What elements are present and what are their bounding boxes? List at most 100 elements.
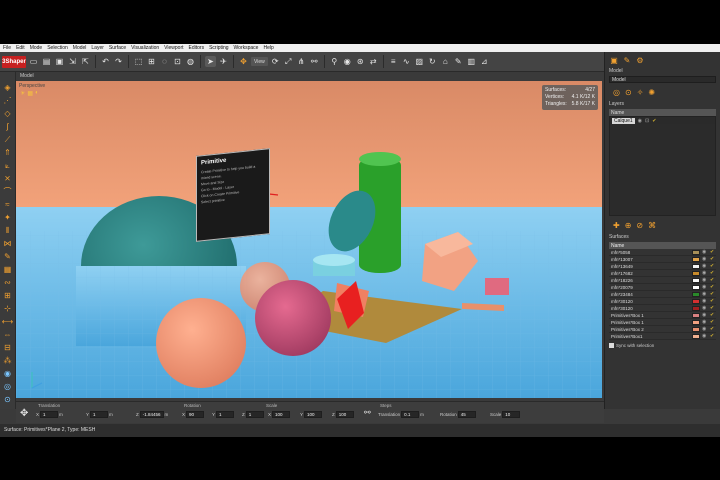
layer-visible-icon[interactable]: ◉ bbox=[638, 118, 642, 124]
surface-color-swatch[interactable] bbox=[692, 319, 700, 325]
surface-row[interactable]: mfn*23484 ◉ ✔ bbox=[609, 291, 716, 298]
surface-row[interactable]: mfn*30120 ◉ ✔ bbox=[609, 298, 716, 305]
surface-row[interactable]: mfn*13007 ◉ ✔ bbox=[609, 256, 716, 263]
model-select[interactable]: Model bbox=[609, 76, 716, 83]
rotation-y-field[interactable]: 1 bbox=[216, 411, 235, 418]
array-tool-icon[interactable]: ⁂ bbox=[2, 355, 14, 366]
menu-scripting[interactable]: Scripting bbox=[209, 45, 228, 51]
rotation-x-field[interactable]: 90 bbox=[186, 411, 205, 418]
settings-tool-icon[interactable]: ⊙ bbox=[2, 394, 14, 405]
layer-lock-icon[interactable]: ⊡ bbox=[645, 118, 649, 124]
align-tool-icon[interactable]: ⊟ bbox=[2, 342, 14, 353]
surface-color-swatch[interactable] bbox=[692, 291, 700, 297]
surface-tag-icon[interactable]: ⌘ bbox=[648, 221, 656, 230]
surface-row[interactable]: mfn*30120 ◉ ✔ bbox=[609, 305, 716, 312]
surface-row[interactable]: Primitives*Box 1 ◉ ✔ bbox=[609, 319, 716, 326]
surface-color-swatch[interactable] bbox=[692, 249, 700, 255]
link-icon[interactable]: ⚯ bbox=[309, 56, 320, 67]
image-icon[interactable]: ▨ bbox=[414, 56, 425, 67]
surface-row[interactable]: mfn*17682 ◉ ✔ bbox=[609, 270, 716, 277]
airplane-icon[interactable]: ✈ bbox=[218, 56, 229, 67]
uv-tool-icon[interactable]: ▦ bbox=[2, 264, 14, 275]
surface-visible-icon[interactable]: ◉ bbox=[702, 291, 708, 297]
layer-check-icon[interactable]: ✔ bbox=[652, 118, 656, 124]
weld-tool-icon[interactable]: ⨯ bbox=[2, 173, 14, 184]
stretch-tool-icon[interactable]: ⇔ bbox=[2, 329, 14, 340]
small-pink-box[interactable] bbox=[485, 278, 509, 295]
surface-row[interactable]: mfn*13649 ◉ ✔ bbox=[609, 263, 716, 270]
redo-icon[interactable]: ↷ bbox=[113, 56, 124, 67]
surface-check-icon[interactable]: ✔ bbox=[710, 291, 716, 297]
edge-tool-icon[interactable]: ⋰ bbox=[2, 95, 14, 106]
3d-viewport[interactable]: Perspective ☀ ▦ ◐ Surfaces: 4/27 Vertices… bbox=[16, 81, 602, 398]
smooth-tool-icon[interactable]: ≈ bbox=[2, 199, 14, 210]
surface-check-icon[interactable]: ✔ bbox=[710, 284, 716, 290]
origin-icon[interactable]: ⊙ bbox=[625, 88, 632, 97]
surface-color-swatch[interactable] bbox=[692, 312, 700, 318]
surface-row[interactable]: mfn*20079 ◉ ✔ bbox=[609, 284, 716, 291]
translation-x-field[interactable]: 1 bbox=[40, 411, 59, 418]
menu-workspace[interactable]: Workspace bbox=[234, 45, 259, 51]
paint-tool-icon[interactable]: ✎ bbox=[2, 251, 14, 262]
translation-z-field[interactable]: -1.84456 bbox=[139, 411, 164, 418]
surface-visible-icon[interactable]: ◉ bbox=[702, 312, 708, 318]
step-translation-field[interactable]: 0.1 bbox=[401, 411, 420, 418]
settings-tab-icon[interactable]: ⚙ bbox=[635, 55, 645, 65]
grid-toggle-icon[interactable]: ▦ bbox=[27, 90, 33, 97]
wand-icon[interactable]: ✧ bbox=[637, 88, 644, 97]
stats-icon[interactable]: ▥ bbox=[466, 56, 477, 67]
paint-tab-icon[interactable]: ✎ bbox=[622, 55, 632, 65]
surface-color-swatch[interactable] bbox=[692, 298, 700, 304]
select-all-icon[interactable]: ⬚ bbox=[133, 56, 144, 67]
pink-sphere[interactable] bbox=[255, 280, 331, 356]
surface-visible-icon[interactable]: ◉ bbox=[702, 305, 708, 311]
surface-visible-icon[interactable]: ◉ bbox=[702, 298, 708, 304]
shuffle-icon[interactable]: ⇄ bbox=[368, 56, 379, 67]
bevel-tool-icon[interactable]: ⟀ bbox=[2, 160, 14, 171]
menu-layer[interactable]: Layer bbox=[91, 45, 104, 51]
curve-icon[interactable]: ∿ bbox=[401, 56, 412, 67]
menu-help[interactable]: Help bbox=[263, 45, 273, 51]
surface-check-icon[interactable]: ✔ bbox=[710, 270, 716, 276]
surface-visible-icon[interactable]: ◉ bbox=[702, 249, 708, 255]
camera-tool-icon[interactable]: ◎ bbox=[2, 381, 14, 392]
menu-visualization[interactable]: Visualization bbox=[131, 45, 159, 51]
import-icon[interactable]: ⇲ bbox=[67, 56, 78, 67]
surface-check-icon[interactable]: ✔ bbox=[710, 305, 716, 311]
step-scale-field[interactable]: 10 bbox=[502, 411, 521, 418]
scale-y-field[interactable]: 100 bbox=[304, 411, 323, 418]
chart-icon[interactable]: ⊿ bbox=[479, 56, 490, 67]
surface-check-icon[interactable]: ✔ bbox=[710, 319, 716, 325]
surface-color-swatch[interactable] bbox=[692, 263, 700, 269]
surface-visible-icon[interactable]: ◉ bbox=[702, 333, 708, 339]
menu-mode[interactable]: Mode bbox=[30, 45, 43, 51]
sliders-icon[interactable]: ≡ bbox=[388, 56, 399, 67]
rotation-z-field[interactable]: 1 bbox=[245, 411, 264, 418]
menu-selection[interactable]: Selection bbox=[47, 45, 68, 51]
surface-visible-icon[interactable]: ◉ bbox=[702, 277, 708, 283]
surface-check-icon[interactable]: ✔ bbox=[710, 263, 716, 269]
surface-visible-icon[interactable]: ◉ bbox=[702, 270, 708, 276]
pin-icon[interactable]: ⚲ bbox=[329, 56, 340, 67]
menu-file[interactable]: File bbox=[3, 45, 11, 51]
layer-row[interactable]: Calque1 ◉ ⊡ ✔ bbox=[610, 117, 715, 124]
grid-select-icon[interactable]: ⊞ bbox=[146, 56, 157, 67]
surface-row[interactable]: Primitives*Box1 ◉ ✔ bbox=[609, 333, 716, 340]
extrude-tool-icon[interactable]: ⇑ bbox=[2, 147, 14, 158]
snap-tool-icon[interactable]: ⊹ bbox=[2, 303, 14, 314]
lattice-tool-icon[interactable]: ⊞ bbox=[2, 290, 14, 301]
knife-tool-icon[interactable]: ⟋ bbox=[2, 134, 14, 145]
scale-z-field[interactable]: 100 bbox=[335, 411, 354, 418]
surface-visible-icon[interactable]: ◉ bbox=[702, 263, 708, 269]
surface-visible-icon[interactable]: ◉ bbox=[702, 284, 708, 290]
surface-color-swatch[interactable] bbox=[692, 277, 700, 283]
surface-color-swatch[interactable] bbox=[692, 284, 700, 290]
measure-tool-icon[interactable]: ⟷ bbox=[2, 316, 14, 327]
lock-icon[interactable]: ⊡ bbox=[172, 56, 183, 67]
model-tab-icon[interactable]: ▣ bbox=[609, 55, 619, 65]
surface-row[interactable]: mfn*5058 ◉ ✔ bbox=[609, 249, 716, 256]
surface-color-swatch[interactable] bbox=[692, 326, 700, 332]
surface-row[interactable]: mfn*18226 ◉ ✔ bbox=[609, 277, 716, 284]
scene-canvas[interactable] bbox=[16, 81, 602, 398]
view-dropdown[interactable]: View bbox=[251, 57, 268, 66]
